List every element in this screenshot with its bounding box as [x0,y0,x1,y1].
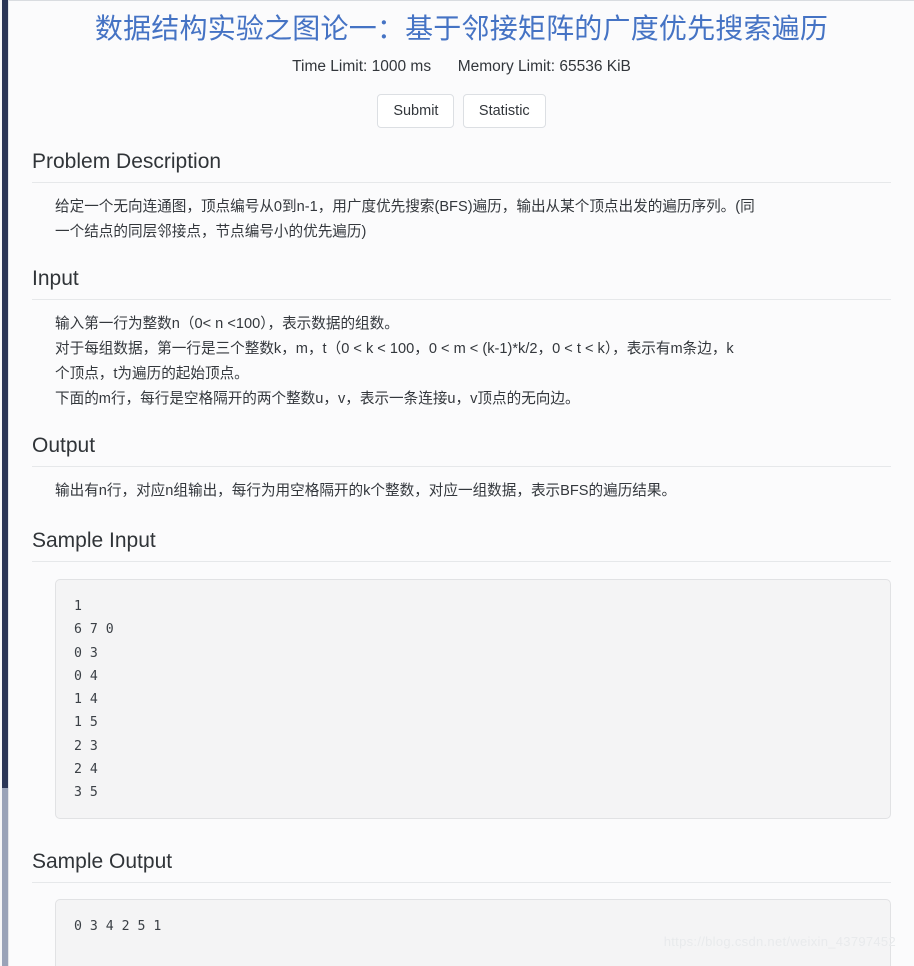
sample-output-code-block: 0 3 4 2 5 1 [55,899,891,966]
section-heading-sample-input: Sample Input [32,529,156,552]
input-line: 对于每组数据，第一行是三个整数k，m，t（0 < k < 100，0 < m <… [55,341,734,357]
section-divider [32,561,891,562]
input-line: 个顶点，t为遍历的起始顶点。 [55,366,249,382]
section-heading-sample-output: Sample Output [32,850,173,873]
page-title: 数据结构实验之图论一：基于邻接矩阵的广度优先搜索遍历 [94,13,829,44]
problem-limits: Time Limit: 1000 ms Memory Limit: 65536 … [32,57,891,77]
section-sample-input: Sample Input 1 6 7 0 0 3 0 4 1 4 1 5 2 3… [32,528,891,819]
section-problem-description: Problem Description 给定一个无向连通图，顶点编号从0到n-1… [32,149,891,245]
section-heading-description: Problem Description [32,150,222,173]
statistic-button[interactable]: Statistic [462,94,546,128]
output-body: 输出有n行，对应n组输出，每行为用空格隔开的k个整数，对应一组数据，表示BFS的… [32,467,891,504]
description-body: 给定一个无向连通图，顶点编号从0到n-1，用广度优先搜索(BFS)遍历，输出从某… [32,183,891,245]
output-line: 输出有n行，对应n组输出，每行为用空格隔开的k个整数，对应一组数据，表示BFS的… [55,483,677,499]
section-sample-output: Sample Output 0 3 4 2 5 1 [32,849,891,966]
input-line: 下面的m行，每行是空格隔开的两个整数u，v，表示一条连接u，v顶点的无向边。 [55,391,580,407]
memory-limit-text: Memory Limit: 65536 KiB [457,58,631,75]
submit-button[interactable]: Submit [377,94,455,128]
input-line: 输入第一行为整数n（0< n <100），表示数据的组数。 [55,316,399,332]
time-limit-text: Time Limit: 1000 ms [292,58,432,75]
section-heading-input: Input [32,267,79,290]
section-input: Input 输入第一行为整数n（0< n <100），表示数据的组数。 对于每组… [32,266,891,412]
sample-input-code-block: 1 6 7 0 0 3 0 4 1 4 1 5 2 3 2 4 3 5 [55,579,891,819]
problem-page: 数据结构实验之图论一：基于邻接矩阵的广度优先搜索遍历 Time Limit: 1… [9,0,914,966]
section-output: Output 输出有n行，对应n组输出，每行为用空格隔开的k个整数，对应一组数据… [32,433,891,504]
sidebar-rail-edge [8,0,9,966]
input-body: 输入第一行为整数n（0< n <100），表示数据的组数。 对于每组数据，第一行… [32,300,891,412]
action-button-row: Submit Statistic [32,94,891,128]
description-line: 一个结点的同层邻接点，节点编号小的优先遍历) [55,224,367,240]
section-heading-output: Output [32,434,96,457]
description-line: 给定一个无向连通图，顶点编号从0到n-1，用广度优先搜索(BFS)遍历，输出从某… [55,199,755,215]
left-sidebar-rail [0,0,9,966]
section-divider [32,882,891,883]
